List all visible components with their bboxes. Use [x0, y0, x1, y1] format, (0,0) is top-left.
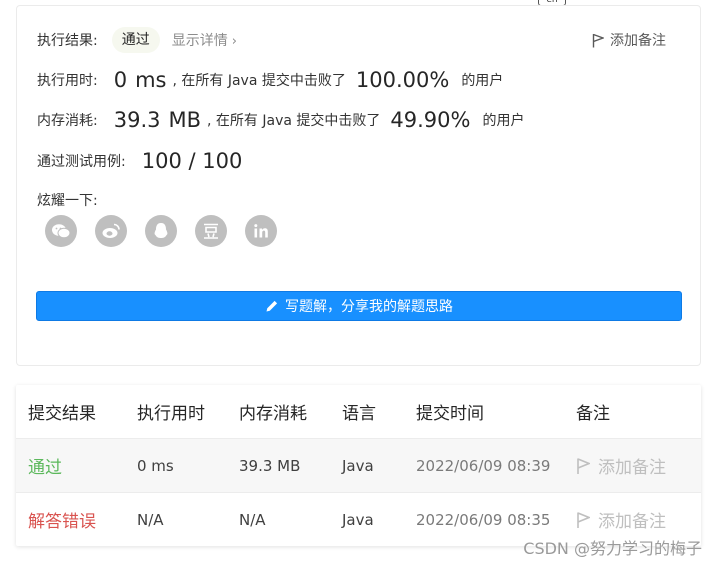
share-label: 炫耀一下:	[37, 193, 98, 209]
header-runtime: 执行用时	[137, 404, 205, 424]
runtime-unit: ms	[135, 68, 167, 92]
submissions-table: 提交结果 执行用时 内存消耗 语言 提交时间 备注 通过 0 ms 39.3 M…	[16, 385, 701, 546]
memory-tail-text: 的用户	[482, 113, 525, 129]
chevron-right-icon: ›	[231, 34, 237, 49]
memory-row: 内存消耗: 39.3 MB , 在所有 Java 提交中击败了 49.90% 的…	[37, 108, 524, 132]
add-note-button[interactable]: 添加备注	[592, 30, 666, 50]
runtime-comparison-text: , 在所有 Java 提交中击败了	[172, 73, 346, 89]
tests-label: 通过测试用例:	[37, 154, 126, 170]
result-row: 执行结果: 通过 显示详情 ›	[37, 27, 237, 53]
table-row: 通过 0 ms 39.3 MB Java 2022/06/09 08:39 添加…	[16, 438, 701, 492]
header-submit-time: 提交时间	[416, 404, 484, 424]
row-runtime: N/A	[137, 510, 164, 529]
weibo-icon[interactable]	[95, 215, 127, 247]
row-add-note-button[interactable]: 添加备注	[576, 453, 666, 478]
douban-icon[interactable]	[195, 215, 227, 247]
memory-unit: MB	[168, 108, 202, 132]
wechat-icon[interactable]	[45, 215, 77, 247]
row-runtime: 0 ms	[137, 456, 174, 475]
flag-icon	[577, 511, 590, 528]
result-label: 执行结果:	[37, 33, 98, 49]
header-result: 提交结果	[28, 404, 96, 424]
row-language: Java	[342, 456, 374, 475]
runtime-label: 执行用时:	[37, 73, 98, 89]
show-details-link[interactable]: 显示详情 ›	[172, 30, 237, 50]
memory-comparison-text: , 在所有 Java 提交中击败了	[207, 113, 381, 129]
result-status-badge: 通过	[111, 27, 160, 53]
flag-icon	[592, 33, 604, 47]
header-memory: 内存消耗	[239, 404, 307, 424]
write-solution-label: 写题解，分享我的解题思路	[285, 299, 453, 315]
row-add-note-label: 添加备注	[598, 512, 666, 532]
row-submit-time: 2022/06/09 08:39	[416, 456, 551, 475]
qq-icon[interactable]	[145, 215, 177, 247]
row-add-note-label: 添加备注	[598, 458, 666, 478]
submission-summary-card: 执行结果: 通过 显示详情 › 添加备注 执行用时: 0 ms , 在所有 Jav…	[16, 5, 701, 366]
show-details-label: 显示详情	[171, 33, 228, 49]
share-icons	[45, 215, 277, 247]
row-memory: N/A	[239, 510, 266, 529]
table-header: 提交结果 执行用时 内存消耗 语言 提交时间 备注	[16, 385, 701, 438]
add-note-label: 添加备注	[610, 33, 666, 49]
pencil-icon	[266, 300, 278, 312]
memory-percentile: 49.90%	[390, 108, 471, 132]
flag-icon	[577, 457, 590, 474]
memory-value: 39.3	[113, 108, 161, 132]
watermark: CSDN @努力学习的梅子	[523, 539, 702, 558]
write-solution-button[interactable]: 写题解，分享我的解题思路	[36, 291, 682, 321]
runtime-percentile: 100.00%	[355, 68, 450, 92]
runtime-row: 执行用时: 0 ms , 在所有 Java 提交中击败了 100.00% 的用户	[37, 68, 503, 92]
runtime-value: 0	[113, 68, 128, 92]
row-memory: 39.3 MB	[239, 456, 301, 475]
runtime-tail-text: 的用户	[461, 73, 504, 89]
row-submit-time: 2022/06/09 08:35	[416, 510, 551, 529]
share-row: 炫耀一下:	[37, 190, 98, 210]
tests-row: 通过测试用例: 100 / 100	[37, 149, 242, 173]
row-add-note-button[interactable]: 添加备注	[576, 507, 666, 532]
row-result-link[interactable]: 解答错误	[28, 507, 96, 532]
linkedin-icon[interactable]	[245, 215, 277, 247]
row-language: Java	[342, 510, 374, 529]
header-note: 备注	[576, 404, 610, 424]
tests-value: 100 / 100	[141, 149, 243, 173]
memory-label: 内存消耗:	[37, 113, 98, 129]
header-language: 语言	[342, 404, 376, 424]
row-result-link[interactable]: 通过	[28, 453, 62, 478]
